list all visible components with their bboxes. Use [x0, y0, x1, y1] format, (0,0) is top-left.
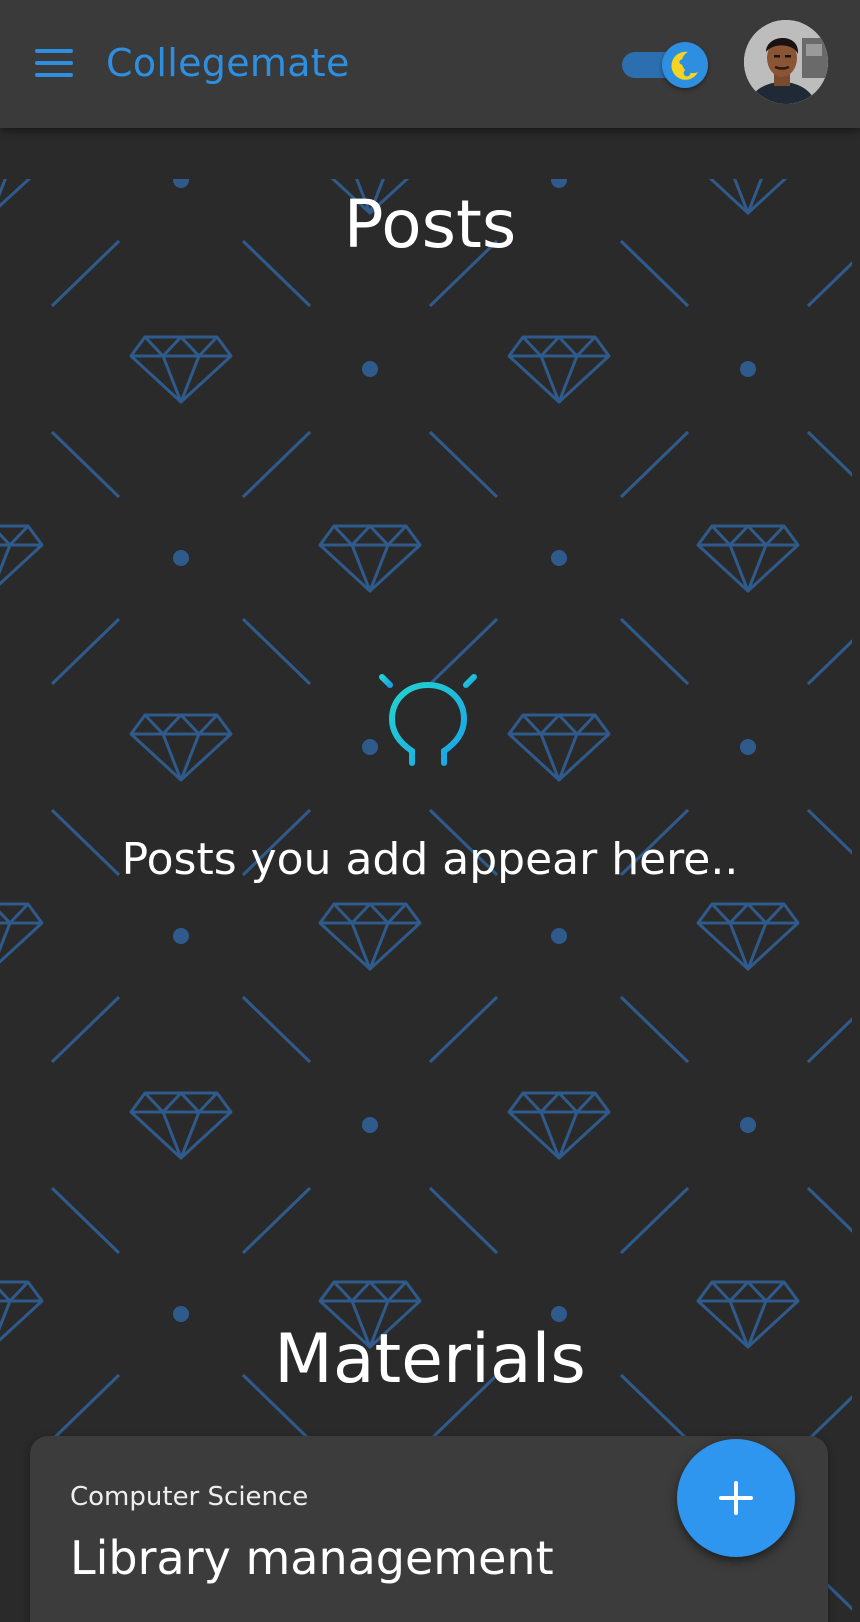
screen: Collegemate Posts Posts you add appear h…	[0, 0, 860, 1622]
moon-icon	[671, 51, 698, 80]
hamburger-menu-icon	[35, 49, 73, 53]
app-bar: Collegemate	[0, 0, 860, 128]
profile-photo	[744, 20, 828, 104]
theme-toggle[interactable]	[620, 42, 708, 88]
menu-button[interactable]	[26, 38, 82, 88]
avatar[interactable]	[744, 20, 828, 104]
material-title: Library management	[70, 1531, 554, 1585]
plus-icon	[719, 1481, 753, 1515]
lightbulb-icon	[361, 656, 495, 778]
add-fab-button[interactable]	[677, 1439, 795, 1557]
app-title: Collegemate	[106, 41, 350, 85]
materials-section-title: Materials	[274, 1320, 586, 1399]
toggle-knob	[662, 42, 708, 88]
material-category: Computer Science	[70, 1482, 309, 1512]
posts-section-title: Posts	[343, 186, 517, 263]
posts-empty-message: Posts you add appear here..	[121, 834, 739, 885]
